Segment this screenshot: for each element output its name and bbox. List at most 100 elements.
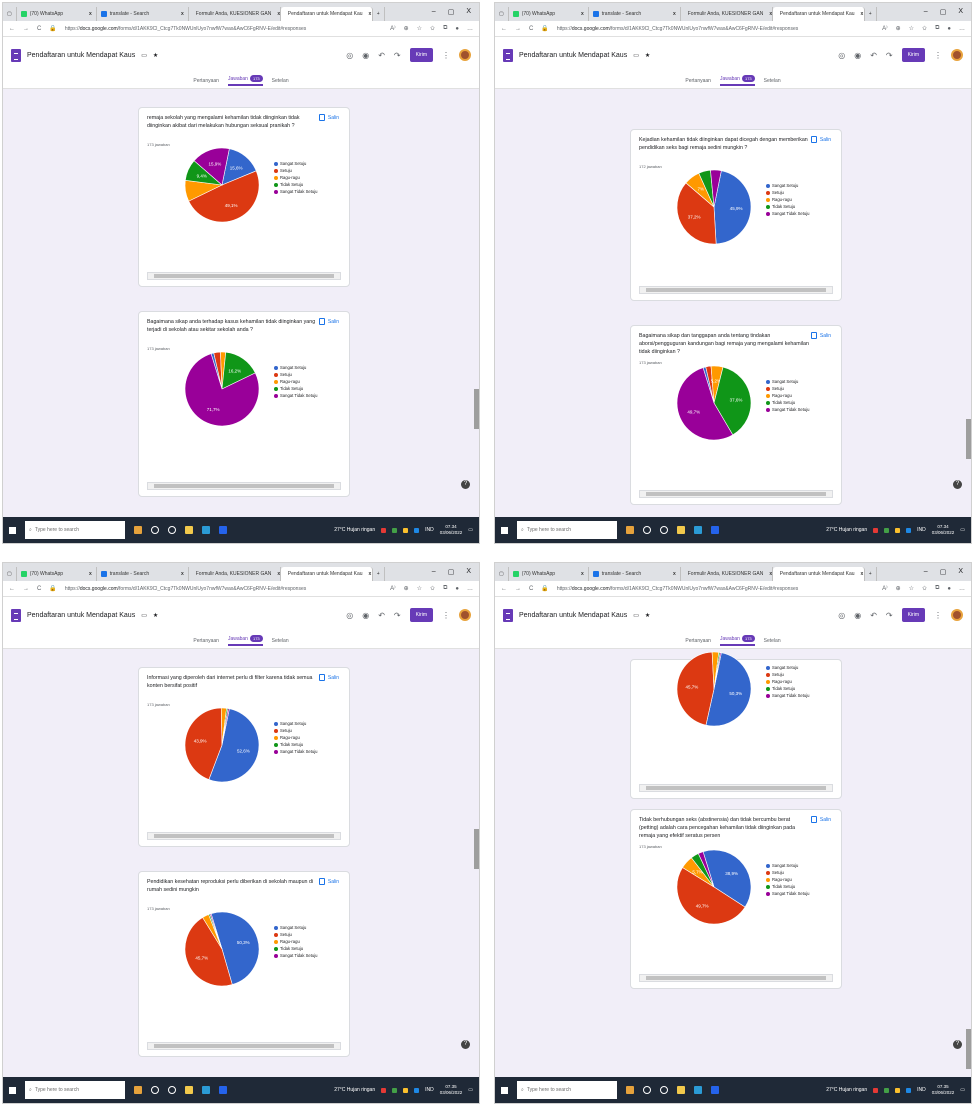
browser-tab[interactable]: (70) WhatsApp x	[17, 567, 97, 581]
legend-item[interactable]: Sangat Tidak Setuju	[766, 406, 809, 413]
notifications-icon[interactable]: ▭	[468, 527, 473, 533]
more-icon[interactable]: …	[467, 586, 473, 592]
windows-start-icon[interactable]	[501, 1086, 508, 1094]
browser-tab[interactable]: Pendaftaran untuk Mendapat Kau x	[280, 567, 373, 581]
scrollbar-thumb[interactable]	[474, 389, 479, 429]
star-icon[interactable]: ★	[153, 52, 158, 59]
legend-item[interactable]: Setuju	[274, 931, 317, 938]
vertical-scrollbar[interactable]	[474, 89, 479, 499]
edge-icon[interactable]	[202, 526, 210, 534]
window-close-button[interactable]: X	[466, 568, 471, 576]
redo-icon[interactable]: ↷	[886, 51, 893, 60]
tab-close-icon[interactable]: x	[271, 11, 279, 17]
scrollbar-thumb[interactable]	[966, 1029, 971, 1069]
legend-item[interactable]: Sangat Setuju	[274, 720, 317, 727]
scrollbar-thumb[interactable]	[154, 484, 334, 488]
more-vert-icon[interactable]: ⋮	[934, 51, 942, 60]
legend-item[interactable]: Setuju	[274, 727, 317, 734]
tab-responses[interactable]: Jawaban 173	[719, 74, 755, 86]
tab-settings[interactable]: Setelan	[764, 78, 781, 84]
copy-chart-button[interactable]: Salin	[810, 136, 831, 143]
taskbar-search[interactable]: ⌕ Type here to search	[517, 1081, 617, 1099]
language-indicator[interactable]: IND	[917, 527, 926, 533]
tray-app-icon[interactable]	[873, 1087, 879, 1093]
help-icon[interactable]: ?	[461, 480, 470, 489]
legend-item[interactable]: Setuju	[766, 189, 809, 196]
tray-app-icon[interactable]	[895, 527, 901, 533]
tab-questions[interactable]: Pertanyaan	[685, 78, 711, 84]
star-icon[interactable]: ★	[153, 612, 158, 619]
scrollbar-thumb[interactable]	[154, 834, 334, 838]
windows-start-icon[interactable]	[501, 526, 508, 534]
tab-close-icon[interactable]: x	[575, 571, 584, 577]
scrollbar-thumb[interactable]	[646, 288, 826, 292]
profile-icon[interactable]: ●	[455, 586, 459, 592]
new-tab-button[interactable]: +	[865, 567, 877, 581]
copy-chart-button[interactable]: Salin	[318, 674, 339, 681]
window-max-button[interactable]: ▢	[940, 8, 947, 16]
tab-questions[interactable]: Pertanyaan	[193, 78, 219, 84]
copy-chart-button[interactable]: Salin	[318, 318, 339, 325]
collections-icon[interactable]: ⧉	[935, 25, 939, 32]
word-icon[interactable]	[219, 526, 227, 534]
tray-app-icon[interactable]	[403, 1087, 409, 1093]
horizontal-scrollbar[interactable]	[147, 1042, 341, 1050]
scrollbar-thumb[interactable]	[646, 786, 826, 790]
legend-item[interactable]: Ragu-ragu	[766, 392, 809, 399]
tab-close-icon[interactable]: x	[271, 571, 279, 577]
cortana-icon[interactable]	[643, 1086, 651, 1094]
tab-close-icon[interactable]: x	[83, 571, 92, 577]
window-min-button[interactable]: –	[432, 568, 436, 576]
reload-icon[interactable]: C	[529, 586, 533, 592]
browser-tab[interactable]: Pendaftaran untuk Mendapat Kau x	[772, 7, 865, 21]
url-field[interactable]: https://docs.google.com/forms/d/1AKK9Cl_…	[557, 586, 874, 592]
url-field[interactable]: https://docs.google.com/forms/d/1AKK9Cl_…	[65, 586, 382, 592]
send-button[interactable]: Kirim	[409, 48, 433, 62]
scrollbar-thumb[interactable]	[646, 976, 826, 980]
palette-icon[interactable]: ◎	[346, 611, 353, 620]
edge-icon[interactable]	[202, 1086, 210, 1094]
copy-chart-button[interactable]: Salin	[810, 332, 831, 339]
task-view-icon[interactable]	[660, 1086, 668, 1094]
favorite-icon[interactable]: ☆	[909, 585, 914, 592]
legend-item[interactable]: Setuju	[766, 671, 809, 678]
legend-item[interactable]: Sangat Tidak Setuju	[274, 748, 317, 755]
tray-app-icon[interactable]	[414, 1087, 420, 1093]
copy-chart-button[interactable]: Salin	[810, 816, 831, 823]
windows-start-icon[interactable]	[9, 1086, 16, 1094]
palette-icon[interactable]: ◎	[346, 51, 353, 60]
more-vert-icon[interactable]: ⋮	[442, 51, 450, 60]
undo-icon[interactable]: ↶	[378, 51, 385, 60]
tab-close-icon[interactable]: x	[763, 11, 771, 17]
preview-icon[interactable]: ◉	[362, 51, 369, 60]
window-min-button[interactable]: –	[432, 8, 436, 16]
browser-tab[interactable]: (70) WhatsApp x	[509, 567, 589, 581]
send-button[interactable]: Kirim	[901, 608, 925, 622]
notifications-icon[interactable]: ▭	[468, 1087, 473, 1093]
legend-item[interactable]: Tidak Setuju	[766, 399, 809, 406]
url-field[interactable]: https://docs.google.com/forms/d/1AKK9Cl_…	[65, 26, 382, 32]
legend-item[interactable]: Tidak Setuju	[274, 181, 317, 188]
more-vert-icon[interactable]: ⋮	[442, 611, 450, 620]
legend-item[interactable]: Ragu-ragu	[274, 734, 317, 741]
taskbar-search[interactable]: ⌕ Type here to search	[25, 1081, 125, 1099]
people-icon[interactable]	[134, 1086, 142, 1094]
legend-item[interactable]: Sangat Setuju	[766, 664, 809, 671]
file-explorer-icon[interactable]	[677, 526, 685, 534]
legend-item[interactable]: Tidak Setuju	[766, 883, 809, 890]
new-tab-button[interactable]: +	[373, 567, 385, 581]
vertical-scrollbar[interactable]	[474, 649, 479, 1059]
collections-icon[interactable]: ⧉	[443, 585, 447, 592]
tab-close-icon[interactable]: x	[763, 571, 771, 577]
avatar[interactable]	[459, 609, 471, 621]
taskbar-search[interactable]: ⌕ Type here to search	[25, 521, 125, 539]
url-field[interactable]: https://docs.google.com/forms/d/1AKK9Cl_…	[557, 26, 874, 32]
more-vert-icon[interactable]: ⋮	[934, 611, 942, 620]
vertical-scrollbar[interactable]	[966, 89, 971, 499]
scrollbar-thumb[interactable]	[154, 1044, 334, 1048]
window-close-button[interactable]: X	[958, 568, 963, 576]
read-aloud-icon[interactable]: A⁾	[882, 585, 887, 592]
more-icon[interactable]: …	[959, 586, 965, 592]
help-icon[interactable]: ?	[461, 1040, 470, 1049]
cortana-icon[interactable]	[151, 526, 159, 534]
